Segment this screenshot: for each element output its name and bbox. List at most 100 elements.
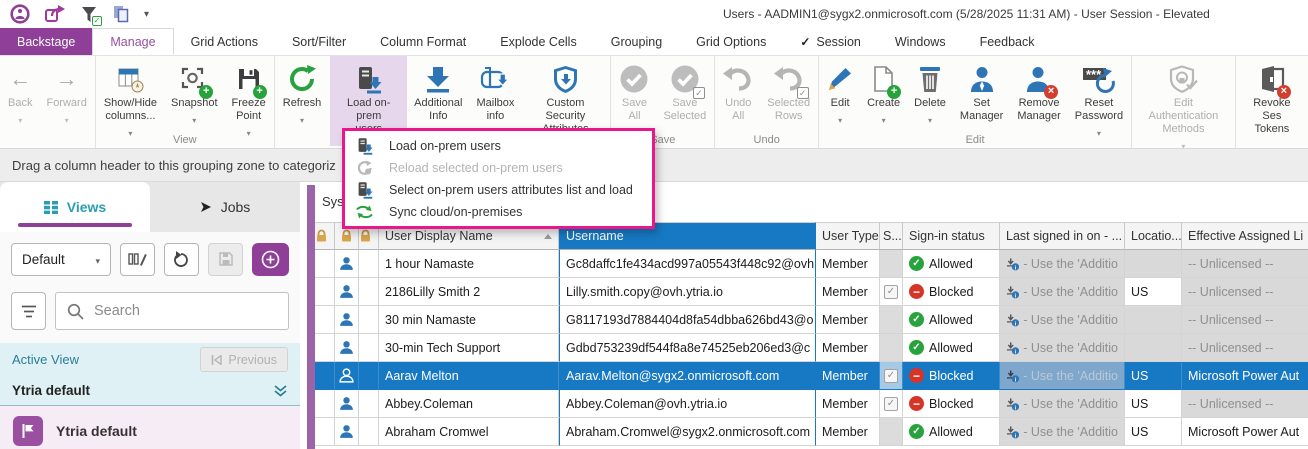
forward-button[interactable]: → Forward	[39, 56, 93, 133]
cell-sync-checkbox[interactable]	[880, 362, 903, 390]
cell-username[interactable]: G8117193d7884404d8fa54dbba626bd43@o	[559, 306, 816, 334]
tab-windows[interactable]: Windows	[878, 28, 963, 55]
search-input[interactable]	[94, 303, 277, 319]
cell-user-type[interactable]: Member	[816, 390, 880, 418]
tab-backstage[interactable]: Backstage	[0, 28, 92, 55]
cell-display-name[interactable]: Abraham Cromwel	[379, 418, 559, 446]
snapshot-button[interactable]: Snapshot	[164, 56, 224, 133]
cell-username[interactable]: Gc8daffc1fe434acd997a05543f448c92@ovh	[559, 250, 816, 278]
cell-sync-checkbox[interactable]	[880, 306, 903, 334]
cell-license[interactable]: -- Unlicensed --	[1182, 306, 1308, 334]
cell-user-type[interactable]: Member	[816, 250, 880, 278]
save-all-button[interactable]: Save All	[612, 56, 656, 133]
cell-last-signed-in[interactable]: i- Use the 'Additio	[1000, 306, 1125, 334]
table-row[interactable]: Abraham Cromwel Abraham.Cromwel@sygx2.on…	[315, 418, 1308, 446]
edit-button[interactable]: Edit	[820, 56, 860, 133]
cell-display-name[interactable]: 2186Lilly Smith 2	[379, 278, 559, 306]
table-row[interactable]: 30-min Tech Support Gdbd753239df544f8a8e…	[315, 334, 1308, 362]
cell-user-type[interactable]: Member	[816, 418, 880, 446]
cell-license[interactable]: -- Unlicensed --	[1182, 250, 1308, 278]
cell-signin-status[interactable]: Blocked	[903, 390, 1000, 418]
cell-sync-checkbox[interactable]	[880, 278, 903, 306]
view-select[interactable]: Default	[11, 243, 111, 276]
table-row[interactable]: 30 min Namaste G8117193d7884404d8fa54dbb…	[315, 306, 1308, 334]
column-header-s[interactable]: S...	[880, 222, 903, 250]
undo-selected-rows-button[interactable]: Selected Rows	[760, 56, 817, 133]
cell-signin-status[interactable]: Allowed	[903, 250, 1000, 278]
cell-last-signed-in[interactable]: i- Use the 'Additio	[1000, 362, 1125, 390]
column-header-last-signed-in[interactable]: Last signed in on - ...	[1000, 222, 1125, 250]
cell-display-name[interactable]: Aarav Melton	[379, 362, 559, 390]
table-row[interactable]: 1 hour Namaste Gc8daffc1fe434acd997a0554…	[315, 250, 1308, 278]
cell-license[interactable]: Microsoft Power Aut	[1182, 362, 1308, 390]
cell-display-name[interactable]: 1 hour Namaste	[379, 250, 559, 278]
cell-license[interactable]: -- Unlicensed --	[1182, 278, 1308, 306]
cell-username[interactable]: Aarav.Melton@sygx2.onmicrosoft.com	[559, 362, 816, 390]
column-header-location[interactable]: Locatio...	[1125, 222, 1182, 250]
filter-list-button[interactable]	[11, 292, 46, 330]
menu-item-reload-selected[interactable]: Reload selected on-prem users	[345, 157, 652, 179]
cell-user-type[interactable]: Member	[816, 362, 880, 390]
cell-display-name[interactable]: 30 min Namaste	[379, 306, 559, 334]
tab-manage[interactable]: Manage	[92, 28, 173, 55]
cell-location[interactable]: US	[1125, 418, 1182, 446]
previous-view-button[interactable]: Previous	[200, 347, 288, 372]
tab-session[interactable]: Session	[783, 28, 878, 55]
create-button[interactable]: Create	[860, 56, 907, 133]
tab-feedback[interactable]: Feedback	[963, 28, 1052, 55]
cell-signin-status[interactable]: Allowed	[903, 418, 1000, 446]
tab-grouping[interactable]: Grouping	[594, 28, 679, 55]
cell-location[interactable]	[1125, 250, 1182, 278]
cell-username[interactable]: Gdbd753239df544f8a8e74525eb206ed3@c	[559, 334, 816, 362]
cell-license[interactable]: -- Unlicensed --	[1182, 334, 1308, 362]
filter-icon[interactable]	[81, 6, 98, 23]
cell-sync-checkbox[interactable]	[880, 418, 903, 446]
set-manager-button[interactable]: Set Manager	[953, 56, 1010, 133]
table-row-selected[interactable]: Aarav Melton Aarav.Melton@sygx2.onmicros…	[315, 362, 1308, 390]
delete-button[interactable]: Delete	[907, 56, 953, 133]
reset-view-button[interactable]	[164, 243, 199, 276]
cell-sync-checkbox[interactable]	[880, 390, 903, 418]
cell-signin-status[interactable]: Blocked	[903, 278, 1000, 306]
column-header-signin-status[interactable]: Sign-in status	[903, 222, 1000, 250]
cell-last-signed-in[interactable]: i- Use the 'Additio	[1000, 250, 1125, 278]
cell-username[interactable]: Abraham.Cromwel@sygx2.onmicrosoft.com	[559, 418, 816, 446]
rename-view-button[interactable]	[120, 243, 155, 276]
cell-location[interactable]	[1125, 334, 1182, 362]
table-row[interactable]: Abbey.Coleman Abbey.Coleman@ovh.ytria.io…	[315, 390, 1308, 418]
share-icon[interactable]	[45, 5, 66, 23]
column-header-license[interactable]: Effective Assigned Li	[1182, 222, 1308, 250]
cell-user-type[interactable]: Member	[816, 278, 880, 306]
cell-username[interactable]: Abbey.Coleman@ovh.ytria.io	[559, 390, 816, 418]
table-row[interactable]: 2186Lilly Smith 2 Lilly.smith.copy@ovh.y…	[315, 278, 1308, 306]
cell-location[interactable]	[1125, 306, 1182, 334]
sidebar-tab-views[interactable]: Views	[0, 182, 150, 232]
tab-column-format[interactable]: Column Format	[363, 28, 483, 55]
tab-grid-actions[interactable]: Grid Actions	[174, 28, 275, 55]
cell-username[interactable]: Lilly.smith.copy@ovh.ytria.io	[559, 278, 816, 306]
reset-password-button[interactable]: *** Reset Password	[1068, 56, 1130, 133]
cell-license[interactable]: Microsoft Power Aut	[1182, 418, 1308, 446]
save-selected-button[interactable]: Save Selected	[656, 56, 713, 133]
show-hide-columns-button[interactable]: Show/Hide columns...	[97, 56, 164, 133]
sidebar-tab-jobs[interactable]: Jobs	[150, 182, 300, 232]
cell-license[interactable]: -- Unlicensed --	[1182, 390, 1308, 418]
copy-pages-icon[interactable]	[113, 5, 129, 23]
double-chevron-down-icon[interactable]	[273, 385, 288, 397]
refresh-button[interactable]: Refresh	[276, 56, 329, 133]
quick-access-dropdown-icon[interactable]	[144, 9, 149, 20]
undo-all-button[interactable]: Undo All	[716, 56, 760, 133]
cell-last-signed-in[interactable]: i- Use the 'Additio	[1000, 334, 1125, 362]
revoke-session-tokens-button[interactable]: Revoke Ses Tokens	[1237, 56, 1307, 146]
lock-column-header[interactable]	[315, 222, 335, 250]
cell-user-type[interactable]: Member	[816, 306, 880, 334]
cell-signin-status[interactable]: Allowed	[903, 306, 1000, 334]
back-button[interactable]: ← Back	[1, 56, 39, 133]
cell-signin-status[interactable]: Allowed	[903, 334, 1000, 362]
edit-authentication-methods-button[interactable]: Edit Authentication Methods	[1133, 56, 1234, 146]
menu-item-load-onprem-users[interactable]: Load on-prem users	[345, 135, 652, 157]
menu-item-select-attributes[interactable]: Select on-prem users attributes list and…	[345, 179, 652, 201]
freeze-point-button[interactable]: Freeze Point	[225, 56, 273, 133]
panel-divider[interactable]	[307, 185, 315, 449]
cell-display-name[interactable]: 30-min Tech Support	[379, 334, 559, 362]
